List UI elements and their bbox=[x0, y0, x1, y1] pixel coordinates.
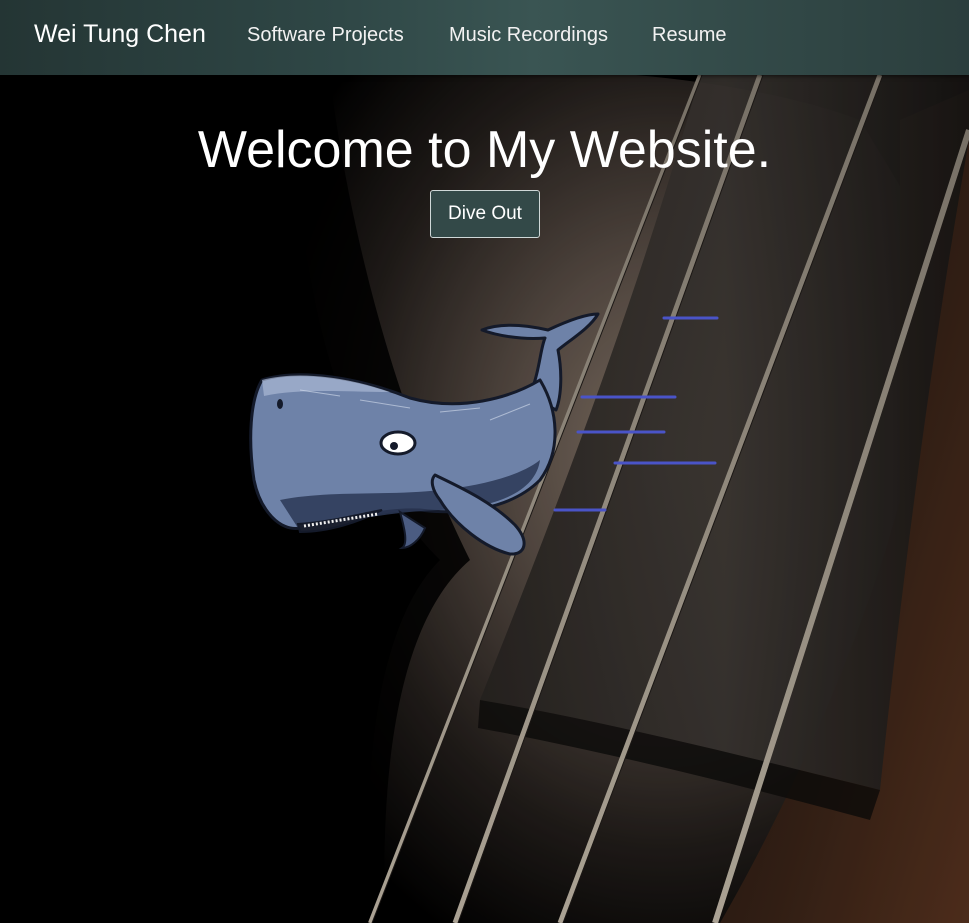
top-navbar: Wei Tung Chen Software Projects Music Re… bbox=[0, 0, 969, 75]
page: Wei Tung Chen Software Projects Music Re… bbox=[0, 0, 969, 923]
whale-illustration bbox=[249, 312, 719, 556]
nav-link-music-recordings[interactable]: Music Recordings bbox=[449, 24, 608, 47]
brand-link[interactable]: Wei Tung Chen bbox=[34, 20, 206, 49]
dive-out-button[interactable]: Dive Out bbox=[430, 190, 540, 238]
nav-link-resume[interactable]: Resume bbox=[652, 24, 726, 47]
nav-link-software-projects[interactable]: Software Projects bbox=[247, 24, 404, 47]
hero-title: Welcome to My Website. bbox=[197, 121, 772, 179]
speed-lines bbox=[553, 316, 719, 512]
